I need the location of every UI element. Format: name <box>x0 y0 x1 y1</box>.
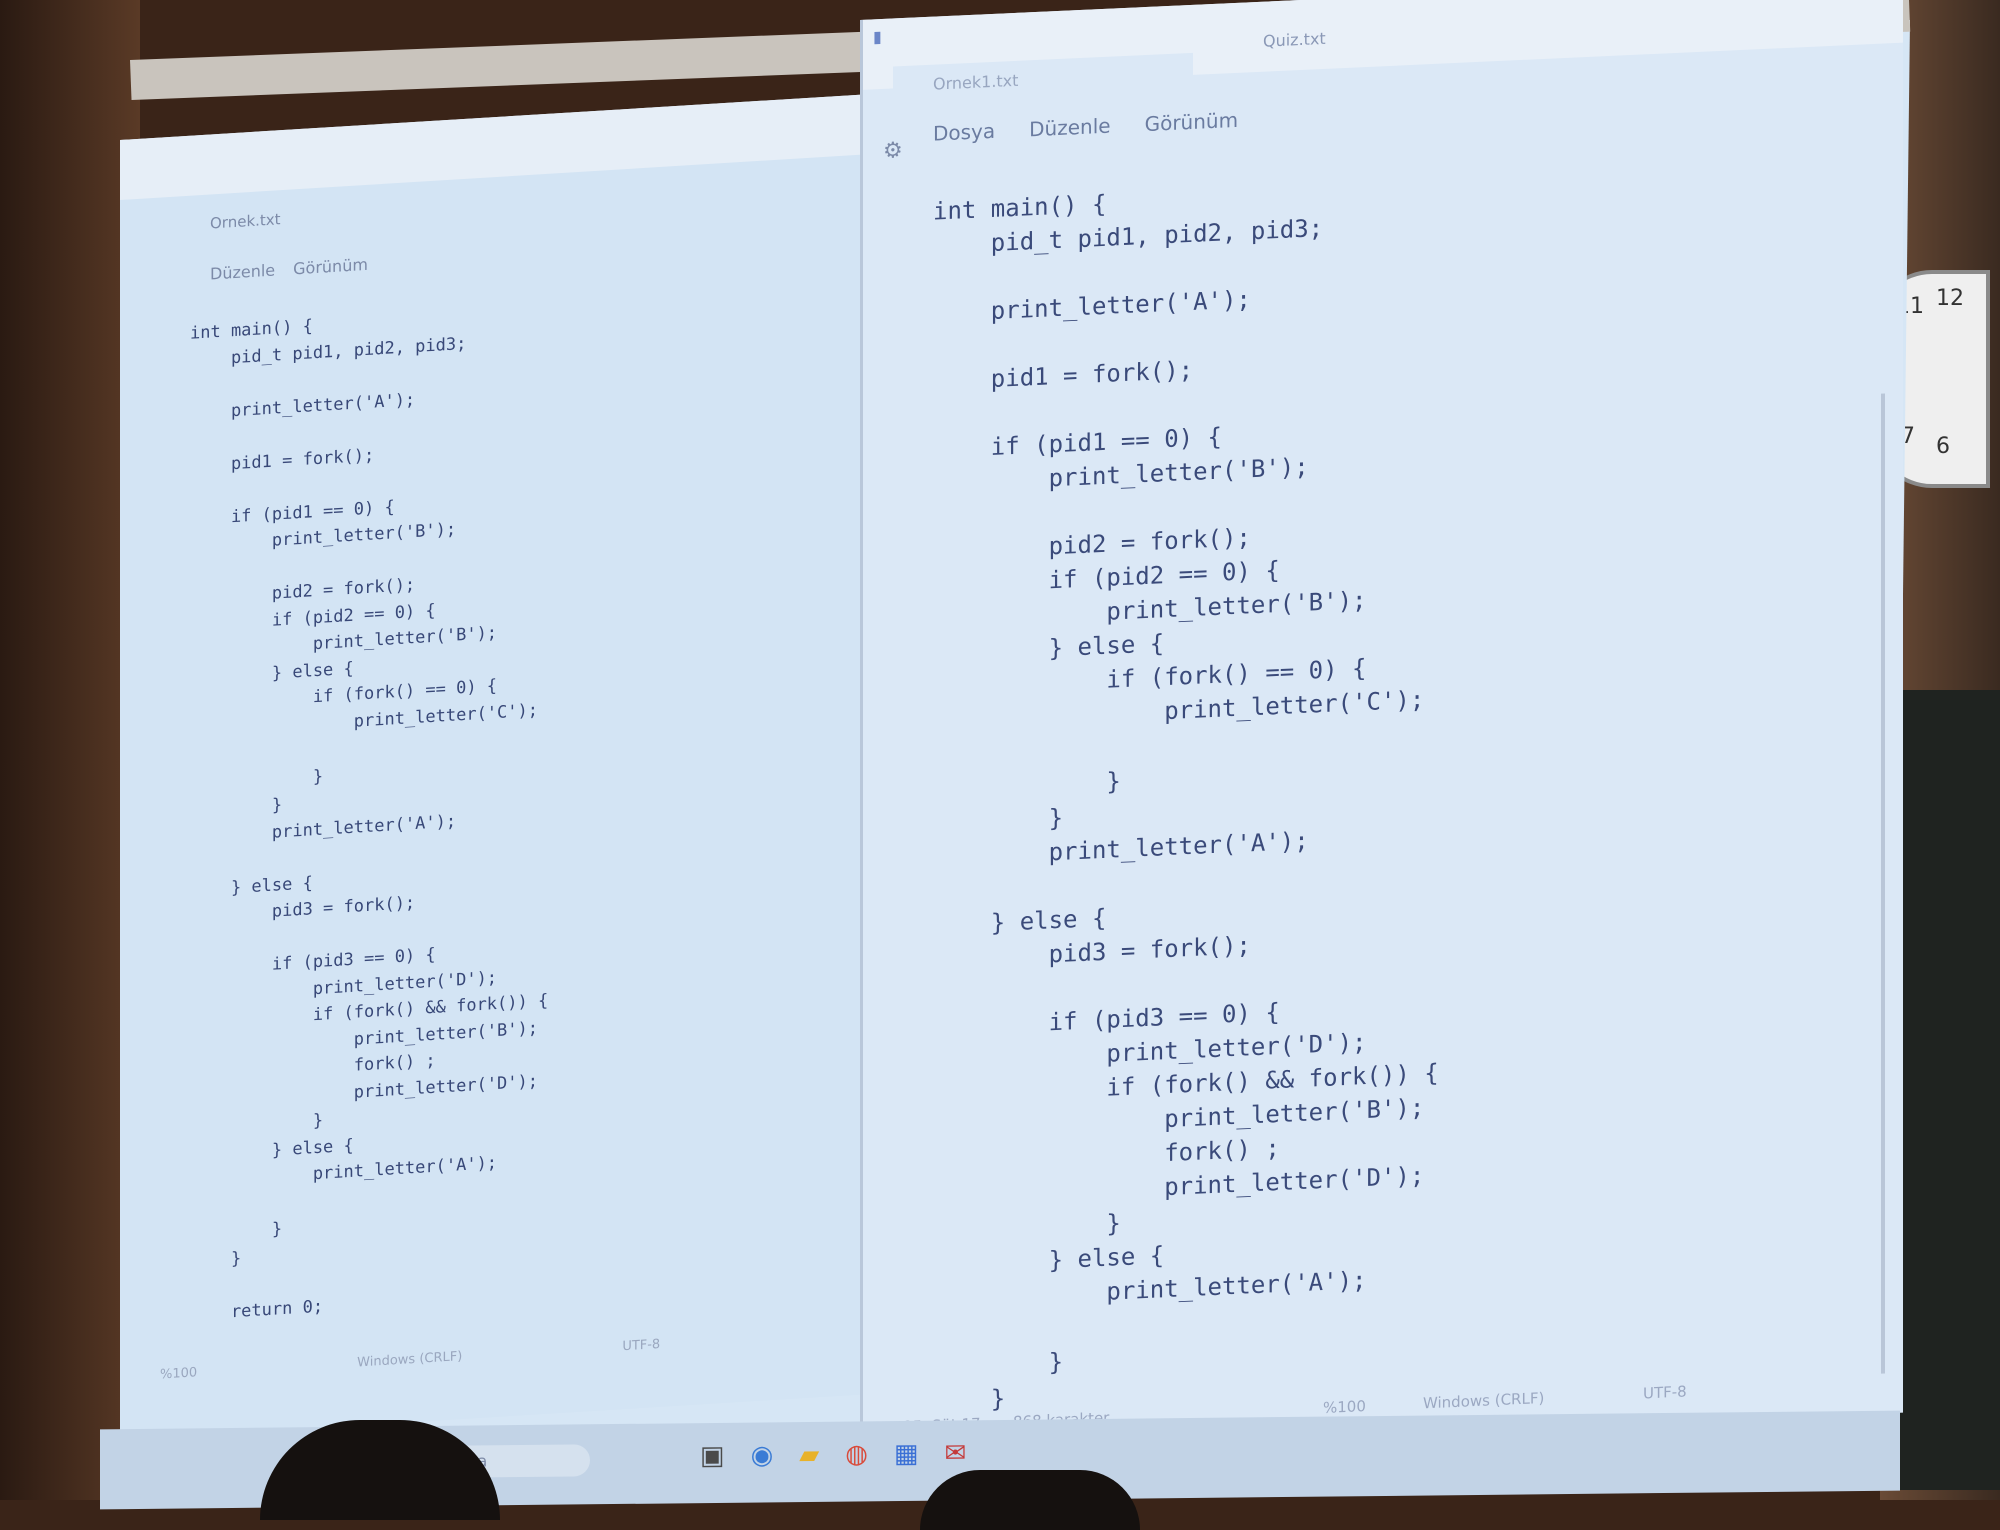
vertical-scrollbar[interactable] <box>1881 393 1885 1374</box>
status-encoding: UTF-8 <box>1643 1382 1687 1403</box>
folder-icon[interactable]: ▰ <box>799 1440 819 1470</box>
browser-icon[interactable]: ◉ <box>751 1440 774 1470</box>
code-editor[interactable]: int main() { pid_t pid1, pid2, pid3; pri… <box>933 172 1439 1521</box>
menu-bar: Dosya Düzenle Görünüm <box>933 108 1238 146</box>
menu-edit[interactable]: Düzenle <box>210 261 275 284</box>
tab-file[interactable]: Ornek.txt <box>210 210 281 232</box>
status-bar: %100 Windows (CRLF) UTF-8 <box>160 1337 660 1383</box>
status-zoom: %100 <box>1323 1397 1366 1417</box>
chrome-icon[interactable]: ◍ <box>845 1439 868 1469</box>
notepad-window-left: Ornek.txt Düzenle Görünüm int main() { p… <box>120 93 880 1441</box>
mail-icon[interactable]: ✉ <box>945 1438 967 1468</box>
wall-left <box>0 0 140 1500</box>
tab-bar <box>120 93 880 200</box>
notepad-icon: ▮ <box>873 27 882 47</box>
store-icon[interactable]: ▦ <box>894 1439 919 1469</box>
tab-quiz[interactable]: Quiz.txt <box>1263 29 1326 51</box>
gear-icon[interactable]: ⚙ <box>883 138 903 164</box>
status-zoom: %100 <box>160 1365 198 1383</box>
file-explorer-icon[interactable]: ▣ <box>700 1441 725 1471</box>
menu-view[interactable]: Görünüm <box>293 255 368 279</box>
tab-label: Ornek1.txt <box>933 70 1019 94</box>
menu-file[interactable]: Dosya <box>933 119 995 146</box>
status-line-ending: Windows (CRLF) <box>1423 1388 1545 1413</box>
status-line-ending: Windows (CRLF) <box>357 1349 463 1371</box>
menu-edit[interactable]: Düzenle <box>1029 114 1110 142</box>
chalkboard <box>1890 690 2000 1490</box>
code-editor[interactable]: int main() { pid_t pid1, pid2, pid3; pri… <box>190 299 548 1328</box>
menu-bar: Düzenle Görünüm <box>210 255 368 284</box>
notepad-window-right: Ornek1.txt ▮ Quiz.txt ⚙ Dosya Düzenle Gö… <box>860 0 1903 1518</box>
menu-view[interactable]: Görünüm <box>1145 108 1238 136</box>
status-encoding: UTF-8 <box>622 1336 661 1355</box>
audience-head <box>920 1470 1140 1530</box>
taskbar-icons: ▣ ◉ ▰ ◍ ▦ ✉ <box>700 1438 966 1471</box>
